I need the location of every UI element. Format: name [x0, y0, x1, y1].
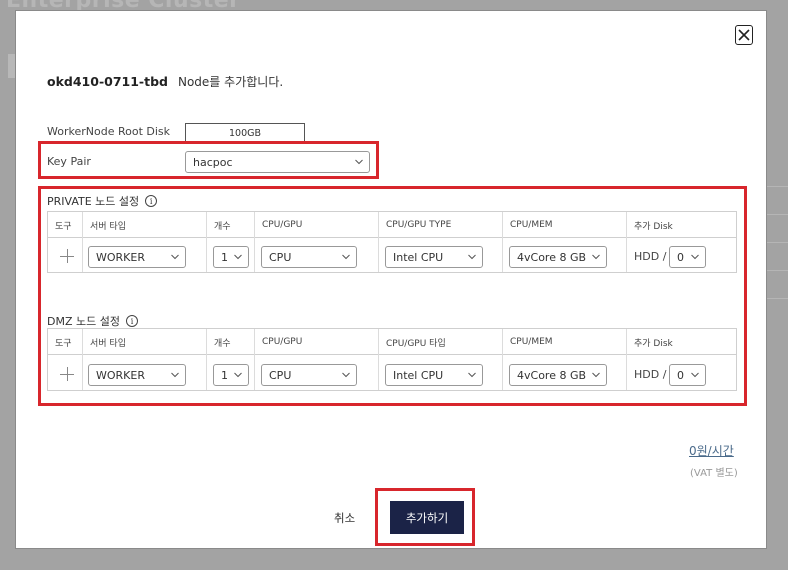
chevron-down-icon	[592, 372, 600, 378]
chevron-down-icon	[355, 159, 363, 165]
server-type-value: WORKER	[96, 250, 145, 264]
chevron-down-icon	[468, 254, 476, 260]
disk-count-select[interactable]: 0	[669, 246, 706, 268]
disk-count-select[interactable]: 0	[669, 364, 706, 386]
col-header-cpu-gpu: CPU/GPU	[254, 212, 378, 238]
dmz-section-title: DMZ 노드 설정 i	[47, 313, 138, 329]
cpu-mem-value: 4vCore 8 GB	[517, 368, 587, 382]
count-value: 1	[221, 250, 228, 264]
close-icon	[738, 29, 750, 41]
dmz-node-table: 도구 서버 타입 개수 CPU/GPU CPU/GPU 타입 CPU/MEM 추…	[47, 328, 737, 391]
chevron-down-icon	[691, 254, 699, 260]
chevron-down-icon	[342, 372, 350, 378]
col-header-cpu-mem: CPU/MEM	[502, 212, 626, 238]
add-button[interactable]: 추가하기	[390, 501, 464, 534]
cpu-gpu-type-select[interactable]: Intel CPU	[385, 364, 483, 386]
col-header-tool: 도구	[55, 338, 72, 349]
col-header-server-type: 서버 타입	[82, 329, 206, 355]
cpu-mem-value: 4vCore 8 GB	[517, 250, 587, 264]
cluster-name: okd410-0711-tbd	[47, 74, 168, 89]
col-header-extra-disk: 추가 Disk	[626, 329, 738, 355]
chevron-down-icon	[468, 372, 476, 378]
count-select[interactable]: 1	[213, 364, 249, 386]
root-disk-field[interactable]: 100GB	[185, 123, 305, 143]
private-node-table: 도구 서버 타입 개수 CPU/GPU CPU/GPU TYPE CPU/MEM…	[47, 211, 737, 273]
cpu-gpu-value: CPU	[269, 250, 292, 264]
cpu-gpu-type-select[interactable]: Intel CPU	[385, 246, 483, 268]
key-pair-label: Key Pair	[47, 155, 91, 168]
info-icon[interactable]: i	[125, 315, 138, 327]
cpu-gpu-value: CPU	[269, 368, 292, 382]
add-node-modal: okd410-0711-tbd Node를 추가합니다. WorkerNode …	[15, 10, 767, 549]
chevron-down-icon	[592, 254, 600, 260]
col-header-count: 개수	[206, 329, 252, 355]
disk-count-value: 0	[677, 250, 684, 264]
disk-count-value: 0	[677, 368, 684, 382]
root-disk-label: WorkerNode Root Disk	[47, 125, 171, 138]
cpu-gpu-select[interactable]: CPU	[261, 246, 357, 268]
modal-header: okd410-0711-tbd Node를 추가합니다.	[47, 73, 283, 90]
background-divider	[766, 270, 788, 271]
private-section-label: PRIVATE 노드 설정	[47, 195, 140, 208]
private-table-header: 도구 서버 타입 개수 CPU/GPU CPU/GPU TYPE CPU/MEM…	[48, 212, 736, 238]
server-type-select[interactable]: WORKER	[88, 246, 186, 268]
dmz-table-header: 도구 서버 타입 개수 CPU/GPU CPU/GPU 타입 CPU/MEM 추…	[48, 329, 736, 355]
background-divider	[766, 298, 788, 299]
cpu-gpu-type-value: Intel CPU	[393, 368, 444, 382]
server-type-value: WORKER	[96, 368, 145, 382]
info-icon[interactable]: i	[145, 195, 158, 207]
key-pair-select[interactable]: hacpoc	[185, 151, 370, 173]
col-header-count: 개수	[206, 212, 252, 238]
disk-type-label: HDD /	[634, 250, 667, 263]
chevron-down-icon	[342, 254, 350, 260]
cpu-mem-select[interactable]: 4vCore 8 GB	[509, 364, 607, 386]
cancel-button[interactable]: 취소	[334, 510, 355, 526]
header-description: Node를 추가합니다.	[177, 75, 284, 89]
col-header-cpu-gpu-type: CPU/GPU TYPE	[378, 212, 502, 238]
count-value: 1	[221, 368, 228, 382]
col-header-cpu-gpu-type: CPU/GPU 타입	[378, 329, 502, 355]
add-row-icon[interactable]	[60, 367, 74, 381]
col-header-tool: 도구	[55, 221, 72, 232]
close-button[interactable]	[735, 25, 753, 45]
disk-type-label: HDD /	[634, 368, 667, 381]
col-header-extra-disk: 추가 Disk	[626, 212, 738, 238]
chevron-down-icon	[171, 254, 179, 260]
server-type-select[interactable]: WORKER	[88, 364, 186, 386]
chevron-down-icon	[234, 372, 242, 378]
background-divider	[766, 214, 788, 215]
add-row-icon[interactable]	[60, 249, 74, 263]
col-header-cpu-gpu: CPU/GPU	[254, 329, 378, 355]
cpu-gpu-select[interactable]: CPU	[261, 364, 357, 386]
background-divider	[766, 242, 788, 243]
vat-note: (VAT 별도)	[690, 468, 738, 479]
private-section-title: PRIVATE 노드 설정 i	[47, 193, 158, 209]
col-header-cpu-mem: CPU/MEM	[502, 329, 626, 355]
price-link[interactable]: 0원/시간	[689, 442, 734, 459]
dmz-section-label: DMZ 노드 설정	[47, 315, 120, 328]
background-divider	[766, 186, 788, 187]
col-header-server-type: 서버 타입	[82, 212, 206, 238]
cpu-gpu-type-value: Intel CPU	[393, 250, 444, 264]
chevron-down-icon	[171, 372, 179, 378]
cpu-mem-select[interactable]: 4vCore 8 GB	[509, 246, 607, 268]
chevron-down-icon	[691, 372, 699, 378]
count-select[interactable]: 1	[213, 246, 249, 268]
key-pair-value: hacpoc	[193, 155, 233, 169]
chevron-down-icon	[234, 254, 242, 260]
